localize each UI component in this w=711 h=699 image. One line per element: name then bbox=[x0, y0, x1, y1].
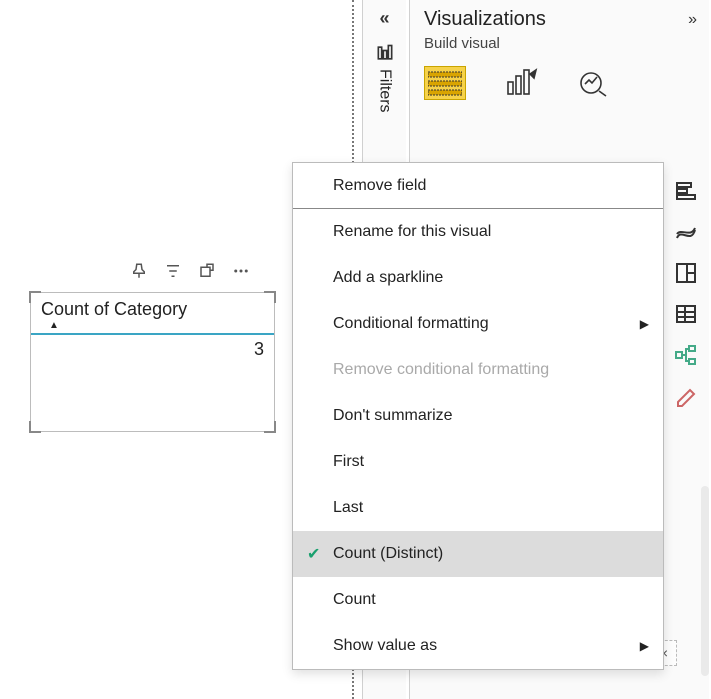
decomposition-tree-icon[interactable] bbox=[673, 342, 699, 368]
menu-item-count[interactable]: Count bbox=[293, 577, 663, 623]
menu-item-dont-summarize[interactable]: Don't summarize bbox=[293, 393, 663, 439]
eraser-icon[interactable] bbox=[673, 383, 699, 409]
menu-item-label: Count bbox=[333, 591, 649, 609]
check-icon: ✔ bbox=[307, 544, 333, 564]
filters-pane-label: Filters bbox=[376, 69, 394, 113]
menu-item-show-value-as[interactable]: Show value as ▶ bbox=[293, 623, 663, 669]
menu-item-last[interactable]: Last bbox=[293, 485, 663, 531]
submenu-arrow-icon: ▶ bbox=[640, 317, 649, 331]
expand-filters-icon[interactable]: « bbox=[379, 8, 389, 29]
format-tab-icon[interactable] bbox=[504, 68, 538, 98]
resize-handle-br[interactable] bbox=[264, 421, 276, 433]
menu-item-label: First bbox=[333, 453, 649, 471]
analytics-tab-icon[interactable] bbox=[576, 68, 610, 98]
menu-item-label: Count (Distinct) bbox=[333, 545, 649, 563]
visualizations-pane-title: Visualizations bbox=[424, 8, 546, 31]
pin-icon[interactable] bbox=[130, 262, 148, 280]
menu-item-rename[interactable]: Rename for this visual bbox=[293, 209, 663, 255]
menu-item-add-sparkline[interactable]: Add a sparkline bbox=[293, 255, 663, 301]
resize-handle-tr[interactable] bbox=[264, 291, 276, 303]
menu-item-first[interactable]: First bbox=[293, 439, 663, 485]
build-visual-label: Build visual bbox=[410, 35, 709, 60]
resize-handle-bl[interactable] bbox=[29, 421, 41, 433]
scrollbar[interactable] bbox=[701, 486, 709, 676]
sort-ascending-icon: ▲ bbox=[49, 320, 264, 331]
build-visual-tabs bbox=[410, 60, 709, 110]
menu-item-conditional-formatting[interactable]: Conditional formatting ▶ bbox=[293, 301, 663, 347]
card-visual[interactable]: Count of Category ▲ 3 bbox=[30, 292, 275, 432]
fields-tab-icon[interactable] bbox=[424, 66, 466, 100]
menu-item-label: Add a sparkline bbox=[333, 269, 649, 287]
ribbon-chart-icon[interactable] bbox=[673, 219, 699, 245]
menu-item-remove-conditional-formatting: Remove conditional formatting bbox=[293, 347, 663, 393]
menu-item-label: Don't summarize bbox=[333, 407, 649, 425]
submenu-arrow-icon: ▶ bbox=[640, 639, 649, 653]
table-icon[interactable] bbox=[673, 301, 699, 327]
resize-handle-tl[interactable] bbox=[29, 291, 41, 303]
menu-item-label: Show value as bbox=[333, 637, 640, 655]
menu-item-label: Rename for this visual bbox=[333, 223, 649, 241]
visual-floating-toolbar bbox=[130, 262, 250, 280]
filters-icon bbox=[375, 43, 395, 63]
more-options-icon[interactable] bbox=[232, 262, 250, 280]
menu-item-label: Remove conditional formatting bbox=[333, 361, 649, 379]
expand-pane-icon[interactable]: » bbox=[688, 11, 697, 29]
stacked-bar-icon[interactable] bbox=[673, 178, 699, 204]
menu-item-label: Last bbox=[333, 499, 649, 517]
field-context-menu: Remove field Rename for this visual Add … bbox=[292, 162, 664, 670]
treemap-icon[interactable] bbox=[673, 260, 699, 286]
visual-column-header[interactable]: Count of Category ▲ bbox=[31, 293, 274, 335]
menu-item-count-distinct[interactable]: ✔ Count (Distinct) bbox=[293, 531, 663, 577]
menu-item-label: Conditional formatting bbox=[333, 315, 640, 333]
filter-icon[interactable] bbox=[164, 262, 182, 280]
focus-mode-icon[interactable] bbox=[198, 262, 216, 280]
menu-item-remove-field[interactable]: Remove field bbox=[293, 163, 663, 209]
visualization-types-strip bbox=[669, 178, 703, 409]
menu-item-label: Remove field bbox=[333, 177, 649, 195]
visual-value-cell: 3 bbox=[31, 335, 274, 364]
visual-header-label: Count of Category bbox=[41, 299, 187, 319]
